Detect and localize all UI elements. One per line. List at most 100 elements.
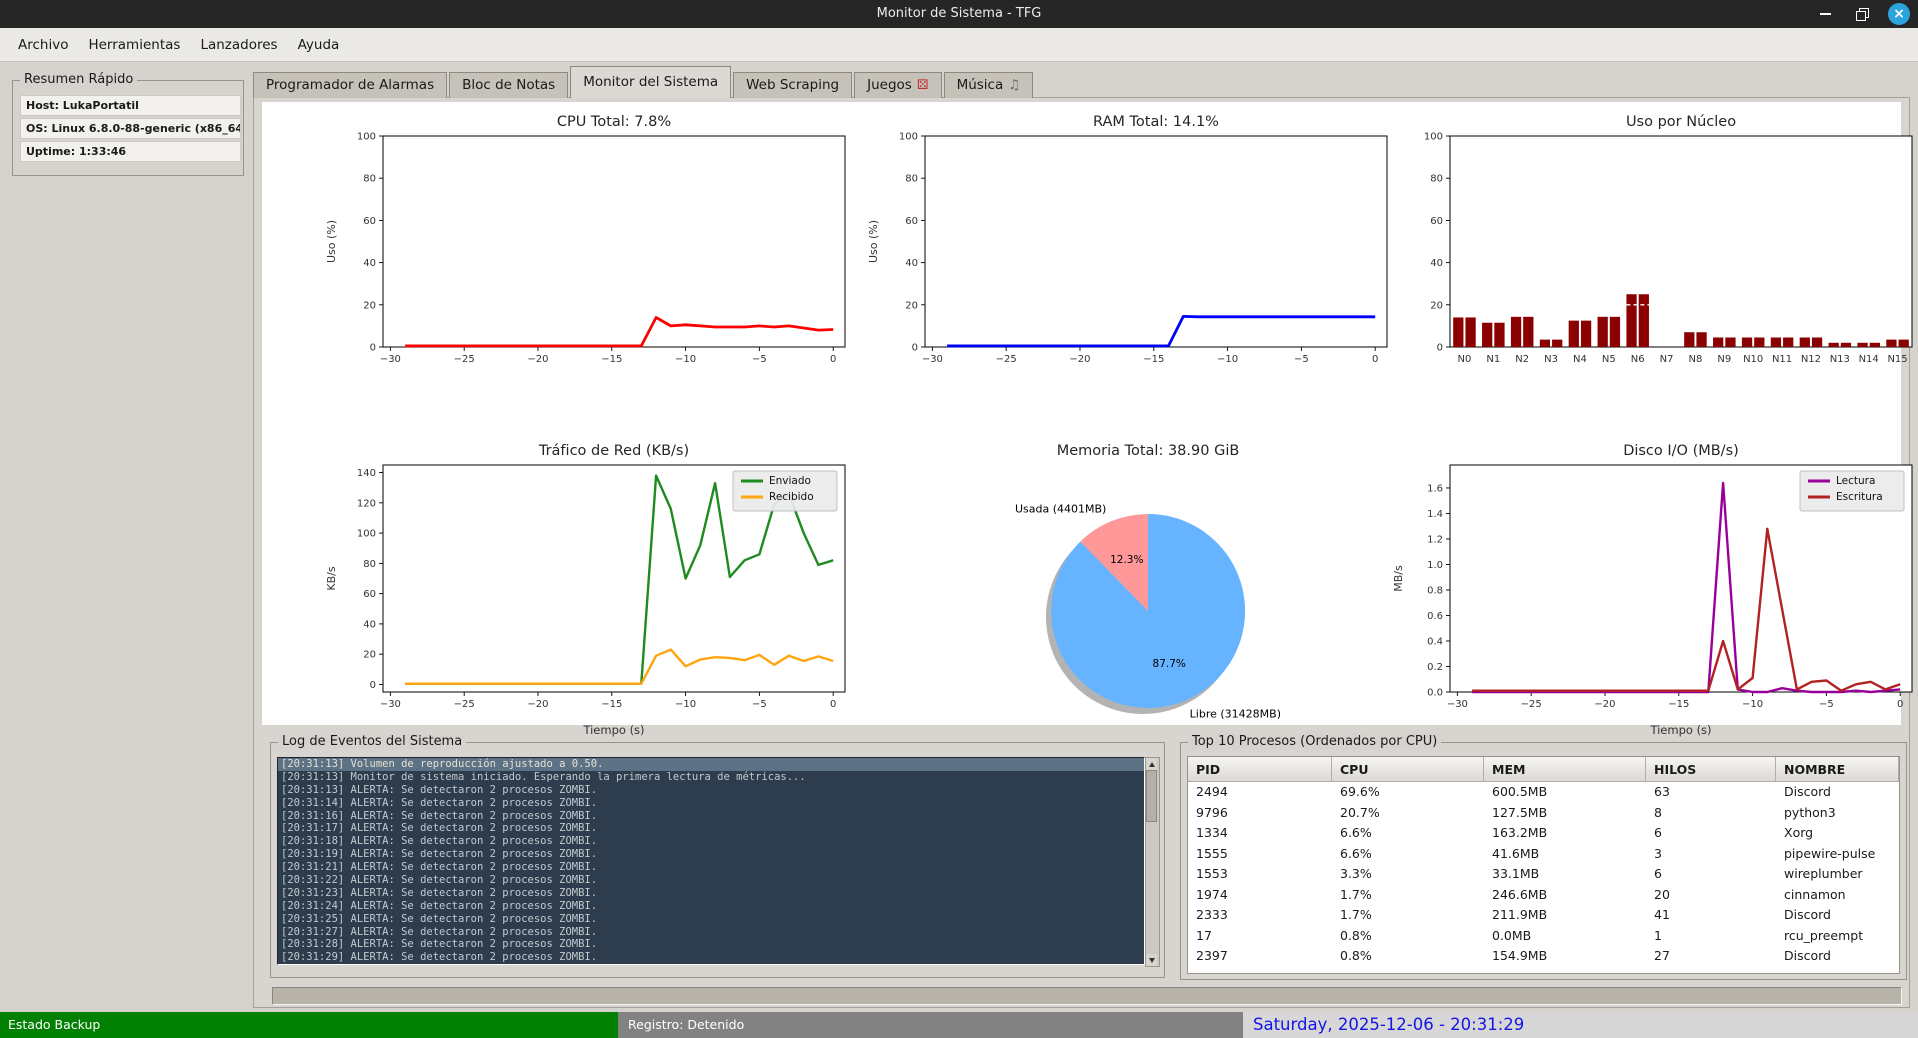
datetime-label: Saturday, 2025-12-06 - 20:31:29 <box>1243 1012 1918 1038</box>
svg-text:Tiempo (s): Tiempo (s) <box>1649 723 1711 737</box>
log-line[interactable]: [20:31:25] ALERTA: Se detectaron 2 proce… <box>278 913 1144 926</box>
svg-text:20: 20 <box>363 300 376 311</box>
table-cell: 0.0MB <box>1484 926 1646 947</box>
tab-musica[interactable]: Música♫ <box>944 72 1034 98</box>
svg-text:N5: N5 <box>1602 354 1616 365</box>
svg-text:−20: −20 <box>1594 699 1615 710</box>
progress-bar <box>272 987 1902 1005</box>
table-row[interactable]: 15533.3%33.1MB6wireplumber <box>1188 864 1899 885</box>
column-header-pid[interactable]: PID <box>1188 757 1332 782</box>
ram-total-chart: RAM Total: 14.1%020406080100−30−25−20−15… <box>863 110 1403 375</box>
log-line[interactable]: [20:31:24] ALERTA: Se detectaron 2 proce… <box>278 900 1144 913</box>
scroll-up-button[interactable] <box>1146 758 1157 770</box>
column-header-nombre[interactable]: NOMBRE <box>1776 757 1899 782</box>
log-line[interactable]: [20:31:13] Volumen de reproducción ajust… <box>278 758 1144 771</box>
svg-text:80: 80 <box>905 174 918 185</box>
cpu-total-chart: CPU Total: 7.8%020406080100−30−25−20−15−… <box>321 110 861 375</box>
tab-juegos[interactable]: Juegos⚄ <box>854 72 941 98</box>
svg-text:−5: −5 <box>752 699 767 710</box>
tab-bloc-de-notas[interactable]: Bloc de Notas <box>449 72 568 98</box>
svg-text:−15: −15 <box>1143 354 1164 365</box>
log-line[interactable]: [20:31:28] ALERTA: Se detectaron 2 proce… <box>278 938 1144 951</box>
svg-text:Tráfico de Red (KB/s): Tráfico de Red (KB/s) <box>538 443 689 459</box>
table-cell: 8 <box>1646 803 1776 824</box>
table-cell: 0.8% <box>1332 946 1484 967</box>
table-row[interactable]: 249469.6%600.5MB63Discord <box>1188 782 1899 803</box>
close-button[interactable]: × <box>1888 3 1910 25</box>
log-line[interactable]: [20:31:18] ALERTA: Se detectaron 2 proce… <box>278 835 1144 848</box>
svg-text:1.2: 1.2 <box>1427 534 1443 545</box>
svg-text:−5: −5 <box>1819 699 1834 710</box>
log-line[interactable]: [20:31:17] ALERTA: Se detectaron 2 proce… <box>278 822 1144 835</box>
svg-text:20: 20 <box>905 300 918 311</box>
log-line[interactable]: [20:31:21] ALERTA: Se detectaron 2 proce… <box>278 861 1144 874</box>
maximize-button[interactable] <box>1851 3 1873 25</box>
table-row[interactable]: 13346.6%163.2MB6Xorg <box>1188 823 1899 844</box>
log-line[interactable]: [20:31:13] Monitor de sistema iniciado. … <box>278 771 1144 784</box>
svg-text:N4: N4 <box>1573 354 1587 365</box>
log-line[interactable]: [20:31:14] ALERTA: Se detectaron 2 proce… <box>278 797 1144 810</box>
music-note-icon: ♫ <box>1008 77 1020 93</box>
menu-bar: ArchivoHerramientasLanzadoresAyuda <box>0 28 1918 62</box>
svg-text:0: 0 <box>1897 699 1903 710</box>
scrollbar-thumb[interactable] <box>1146 770 1157 822</box>
menu-lanzadores[interactable]: Lanzadores <box>190 32 287 58</box>
os-field: OS: Linux 6.8.0-88-generic (x86_64) <box>20 118 241 139</box>
log-line[interactable]: [20:31:16] ALERTA: Se detectaron 2 proce… <box>278 810 1144 823</box>
log-line[interactable]: [20:31:23] ALERTA: Se detectaron 2 proce… <box>278 887 1144 900</box>
log-line[interactable]: [20:31:19] ALERTA: Se detectaron 2 proce… <box>278 848 1144 861</box>
log-line[interactable]: [20:31:22] ALERTA: Se detectaron 2 proce… <box>278 874 1144 887</box>
svg-text:−25: −25 <box>454 699 475 710</box>
log-line[interactable]: [20:31:29] ALERTA: Se detectaron 2 proce… <box>278 951 1144 964</box>
table-cell: 154.9MB <box>1484 946 1646 967</box>
column-header-hilos[interactable]: HILOS <box>1646 757 1776 782</box>
svg-text:60: 60 <box>363 216 376 227</box>
svg-text:40: 40 <box>905 258 918 269</box>
tab-label: Web Scraping <box>746 77 839 93</box>
scroll-down-button[interactable] <box>1146 954 1157 966</box>
svg-text:80: 80 <box>363 174 376 185</box>
core-usage-chart: Uso por Núcleo020406080100N0N1N2N3N4N5N6… <box>1388 110 1918 375</box>
minimize-button[interactable] <box>1814 3 1836 25</box>
column-header-cpu[interactable]: CPU <box>1332 757 1484 782</box>
svg-text:−30: −30 <box>1447 699 1468 710</box>
menu-herramientas[interactable]: Herramientas <box>78 32 190 58</box>
table-cell: python3 <box>1776 803 1899 824</box>
charts-figure: CPU Total: 7.8%020406080100−30−25−20−15−… <box>262 102 1901 725</box>
table-cell: 6.6% <box>1332 844 1484 865</box>
table-cell: Discord <box>1776 782 1899 803</box>
menu-ayuda[interactable]: Ayuda <box>288 32 350 58</box>
log-console[interactable]: [20:31:13] Volumen de reproducción ajust… <box>277 757 1145 965</box>
column-header-mem[interactable]: MEM <box>1484 757 1646 782</box>
menu-archivo[interactable]: Archivo <box>8 32 78 58</box>
maximize-icon <box>1856 8 1869 21</box>
table-cell: wireplumber <box>1776 864 1899 885</box>
log-panel-title: Log de Eventos del Sistema <box>278 734 466 749</box>
table-row[interactable]: 979620.7%127.5MB8python3 <box>1188 803 1899 824</box>
svg-text:Uso (%): Uso (%) <box>867 220 880 263</box>
host-field: Host: LukaPortatil <box>20 95 241 116</box>
svg-text:0.6: 0.6 <box>1427 611 1443 622</box>
table-row[interactable]: 19741.7%246.6MB20cinnamon <box>1188 885 1899 906</box>
table-row[interactable]: 23970.8%154.9MB27Discord <box>1188 946 1899 967</box>
tab-web-scraping[interactable]: Web Scraping <box>733 72 852 98</box>
tab-programador-de-alarmas[interactable]: Programador de Alarmas <box>253 72 447 98</box>
svg-text:Tiempo (s): Tiempo (s) <box>582 723 644 737</box>
svg-text:N2: N2 <box>1515 354 1529 365</box>
svg-text:100: 100 <box>899 132 918 143</box>
tab-label: Monitor del Sistema <box>583 74 718 90</box>
table-row[interactable]: 15556.6%41.6MB3pipewire-pulse <box>1188 844 1899 865</box>
tab-label: Juegos <box>867 77 912 93</box>
svg-text:20: 20 <box>1430 300 1443 311</box>
log-line[interactable]: [20:31:13] ALERTA: Se detectaron 2 proce… <box>278 784 1144 797</box>
table-row[interactable]: 170.8%0.0MB1rcu_preempt <box>1188 926 1899 947</box>
table-row[interactable]: 23331.7%211.9MB41Discord <box>1188 905 1899 926</box>
svg-text:−20: −20 <box>527 699 548 710</box>
log-scrollbar[interactable] <box>1145 757 1160 967</box>
log-line[interactable]: [20:31:27] ALERTA: Se detectaron 2 proce… <box>278 926 1144 939</box>
tab-bar: Programador de AlarmasBloc de Notas Monit… <box>253 66 1035 98</box>
process-table: PIDCPUMEMHILOSNOMBRE 249469.6%600.5MB63D… <box>1187 756 1900 974</box>
svg-text:N3: N3 <box>1544 354 1558 365</box>
svg-text:40: 40 <box>363 258 376 269</box>
tab-monitor-del-sistema[interactable]: Monitor del Sistema <box>570 66 731 98</box>
